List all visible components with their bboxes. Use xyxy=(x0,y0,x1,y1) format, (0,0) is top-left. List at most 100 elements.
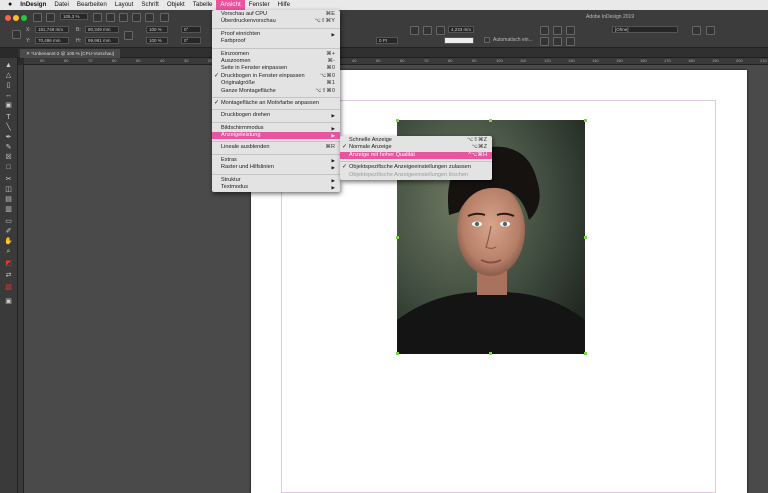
distribute-h-icon[interactable] xyxy=(566,37,575,46)
panel-menu-icon[interactable] xyxy=(706,26,715,35)
hand-tool-icon[interactable]: ✋ xyxy=(4,238,13,246)
ansicht-menu-item[interactable]: Proof einrichten ▶ xyxy=(212,31,340,38)
ansicht-menu-item[interactable]: Struktur ▶ xyxy=(212,177,340,184)
eyedropper-tool-icon[interactable]: ✐ xyxy=(4,228,13,236)
transform-tool-icon[interactable]: ◫ xyxy=(4,186,13,194)
ansicht-menu-item[interactable]: Seite in Fenster einpassen ⌘0 xyxy=(212,65,340,72)
menu-tabelle[interactable]: Tabelle xyxy=(189,0,217,10)
selection-handle[interactable] xyxy=(489,352,492,355)
ansicht-menu-item[interactable]: Einzoomen ⌘+ xyxy=(212,51,340,58)
minimize-window-button[interactable] xyxy=(13,15,19,21)
workspace-icon[interactable] xyxy=(132,13,141,22)
menu-app[interactable]: InDesign xyxy=(16,0,50,10)
anzeige-submenu-item[interactable]: ✓ Normale Anzeige ⌥⌘Z xyxy=(340,144,492,151)
publish-icon[interactable] xyxy=(145,13,154,22)
anzeige-submenu-item[interactable]: Anzeige mit hoher Qualität ^⌥⌘H xyxy=(340,151,492,160)
menu-layout[interactable]: Layout xyxy=(111,0,138,10)
zoom-field[interactable]: 105,3 % xyxy=(60,13,88,20)
frame-tool-icon[interactable]: ☒ xyxy=(4,154,13,162)
gradient-feather-icon[interactable]: ▥ xyxy=(4,206,13,214)
fill-stroke-icon[interactable]: ◩ xyxy=(4,260,13,268)
rotation-field[interactable]: 0° xyxy=(181,26,201,33)
send-icon[interactable] xyxy=(160,13,169,22)
ansicht-menu-item[interactable]: ✓ Druckbogen in Fenster einpassen ⌥⌘0 xyxy=(212,73,340,80)
scale-x-field[interactable]: 100 % xyxy=(146,26,168,33)
fit-content-icon[interactable] xyxy=(410,26,419,35)
selection-handle[interactable] xyxy=(396,352,399,355)
shear-field[interactable]: 0° xyxy=(181,37,201,44)
selection-handle[interactable] xyxy=(489,119,492,122)
apple-menu-icon[interactable]: ● xyxy=(0,0,16,10)
menu-schrift[interactable]: Schrift xyxy=(137,0,163,10)
line-tool-icon[interactable]: ╲ xyxy=(4,124,13,132)
ansicht-menu-item[interactable]: Auszoomen ⌘- xyxy=(212,58,340,65)
ansicht-menu-item[interactable]: Lineale ausblenden ⌘R xyxy=(212,144,340,151)
align-center-icon[interactable] xyxy=(553,26,562,35)
autofit-checkbox[interactable] xyxy=(484,37,490,43)
menu-fenster[interactable]: Fenster xyxy=(245,0,274,10)
ansicht-menu-item[interactable]: Bildschirmmodus ▶ xyxy=(212,125,340,132)
ansicht-menu-item[interactable]: Raster und Hilfslinien ▶ xyxy=(212,164,340,171)
selection-handle[interactable] xyxy=(584,352,587,355)
ansicht-menu-item[interactable]: Textmodus ▶ xyxy=(212,184,340,191)
anzeige-submenu-item[interactable]: Schnelle Anzeige ⌥⇧⌘Z xyxy=(340,137,492,144)
y-field[interactable]: 70,496 mm xyxy=(35,37,69,44)
type-tool-icon[interactable]: T xyxy=(4,114,13,122)
ansicht-menu-item[interactable]: Druckbogen drehen ▶ xyxy=(212,112,340,119)
screen-mode-icon[interactable] xyxy=(106,13,115,22)
apply-none-icon[interactable]: ▧ xyxy=(4,284,13,292)
view-options-icon[interactable] xyxy=(93,13,102,22)
anzeige-submenu-item[interactable]: ✓ Objektspezifische Anzeigeeinstellungen … xyxy=(340,164,492,171)
frame-style-dropdown[interactable]: [Ohne] xyxy=(612,26,678,33)
swap-colors-icon[interactable]: ⇄ xyxy=(4,272,13,280)
selection-handle[interactable] xyxy=(396,236,399,239)
rectangle-tool-icon[interactable]: □ xyxy=(4,164,13,172)
selection-tool-icon[interactable]: ▲ xyxy=(4,62,13,70)
link-icon[interactable] xyxy=(124,31,133,40)
note-tool-icon[interactable]: ▭ xyxy=(4,218,13,226)
h-field[interactable]: 99,991 mm xyxy=(85,37,119,44)
ansicht-menu-item[interactable]: ✓ Montagefläche an Motivfarbe anpassen xyxy=(212,100,340,107)
align-right-icon[interactable] xyxy=(566,26,575,35)
reference-point-icon[interactable] xyxy=(12,30,21,39)
offset-field[interactable]: 4,233 mm xyxy=(448,26,474,33)
close-window-button[interactable] xyxy=(5,15,11,21)
ansicht-menu-item[interactable]: Farbproof xyxy=(212,38,340,45)
scissors-tool-icon[interactable]: ✂ xyxy=(4,176,13,184)
zoom-window-button[interactable] xyxy=(21,15,27,21)
ansicht-menu-item[interactable]: Originalgröße ⌘1 xyxy=(212,80,340,87)
view-mode-icon[interactable]: ▣ xyxy=(4,298,13,306)
ansicht-menu-item[interactable]: Anzeigeleistung ▶ xyxy=(212,132,340,140)
pen-tool-icon[interactable]: ✒ xyxy=(4,134,13,142)
page-tool-icon[interactable]: ▯ xyxy=(4,82,13,90)
selection-handle[interactable] xyxy=(396,119,399,122)
menu-bearbeiten[interactable]: Bearbeiten xyxy=(73,0,111,10)
x-field[interactable]: 181,749 mm xyxy=(35,26,69,33)
distribute-v-icon[interactable] xyxy=(553,37,562,46)
selection-handle[interactable] xyxy=(584,119,587,122)
layout-icon[interactable] xyxy=(46,13,55,22)
ansicht-menu-item[interactable]: Extras ▶ xyxy=(212,157,340,164)
color-field[interactable] xyxy=(444,37,474,44)
document-tab[interactable]: ✕ *Unbenannt-2 @ 105 % [CPU-Vorschau] xyxy=(20,49,120,58)
ansicht-menu-item[interactable]: Ganze Montagefläche ⌥⇧⌘0 xyxy=(212,88,340,95)
menu-objekt[interactable]: Objekt xyxy=(163,0,189,10)
stroke-weight-field[interactable]: 0 Pt xyxy=(376,37,398,44)
center-content-icon[interactable] xyxy=(436,26,445,35)
menu-ansicht[interactable]: Ansicht xyxy=(216,0,245,10)
menu-hilfe[interactable]: Hilfe xyxy=(274,0,294,10)
home-icon[interactable] xyxy=(33,13,42,22)
content-collector-icon[interactable]: ▣ xyxy=(4,102,13,110)
zoom-tool-icon[interactable]: ⌕ xyxy=(4,248,13,256)
scale-y-field[interactable]: 100 % xyxy=(146,37,168,44)
fit-frame-icon[interactable] xyxy=(423,26,432,35)
ansicht-menu-item[interactable]: Überdruckenvorschau ⌥⇧⌘Y xyxy=(212,18,340,25)
distribute-icon[interactable] xyxy=(540,37,549,46)
horizontal-ruler[interactable]: 9080706050403020100102030405060708090100… xyxy=(24,58,768,65)
selection-handle[interactable] xyxy=(584,236,587,239)
w-field[interactable]: 80,349 mm xyxy=(85,26,119,33)
align-left-icon[interactable] xyxy=(540,26,549,35)
direct-selection-tool-icon[interactable]: △ xyxy=(4,72,13,80)
menu-datei[interactable]: Datei xyxy=(50,0,72,10)
quick-apply-icon[interactable] xyxy=(692,26,701,35)
